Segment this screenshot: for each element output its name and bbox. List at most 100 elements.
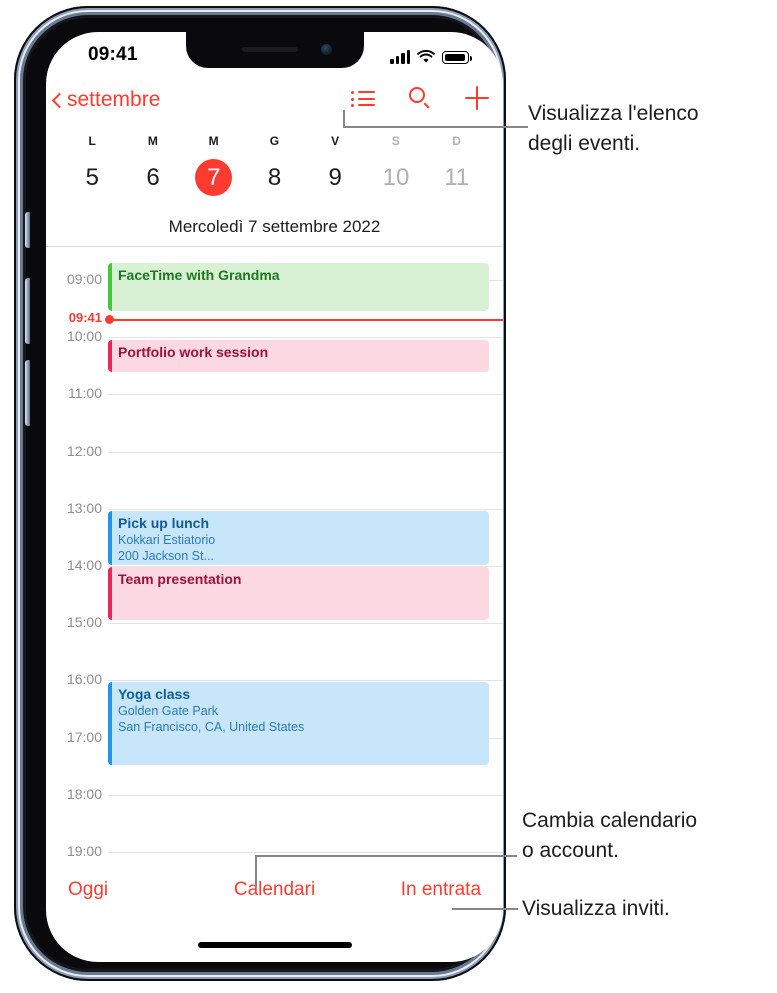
silence-switch[interactable] — [25, 212, 30, 248]
day-number-10: 10 — [382, 164, 410, 191]
event-accent-bar — [108, 566, 112, 620]
search-icon — [408, 86, 432, 110]
nav-actions — [351, 86, 489, 110]
day-cell-9[interactable]: 9 — [305, 159, 366, 196]
back-button-label: settembre — [67, 88, 161, 111]
hour-gridline-1100 — [108, 394, 503, 396]
status-bar-time: 09:41 — [88, 44, 138, 65]
add-event-button[interactable] — [465, 86, 489, 110]
home-indicator[interactable] — [197, 942, 352, 948]
hour-gridline-1900 — [108, 852, 503, 853]
notch — [185, 32, 364, 68]
selected-date-label: Mercoledì 7 settembre 2022 — [168, 217, 381, 236]
inbox-button[interactable]: In entrata — [343, 879, 503, 901]
hour-label-1200: 12:00 — [66, 442, 102, 459]
hour-label-1500: 15:00 — [66, 614, 102, 631]
weekday-header-row: LMMGVSD — [62, 132, 487, 150]
callout-leader-1-horizontal — [343, 126, 528, 128]
battery-icon — [442, 51, 472, 64]
calendar-event[interactable]: FaceTime with Grandma — [108, 262, 489, 312]
day-number-7: 7 — [195, 159, 233, 196]
plus-icon — [465, 86, 489, 110]
callout-list-events-line2: degli eventi. — [528, 132, 641, 155]
day-cell-10[interactable]: 10 — [366, 159, 427, 196]
hour-label-1000: 10:00 — [66, 328, 102, 345]
event-title: FaceTime with Grandma — [118, 266, 280, 283]
callout-change-calendar-line2: o account. — [522, 839, 619, 862]
day-cell-6[interactable]: 6 — [123, 159, 184, 196]
today-button[interactable]: Oggi — [46, 879, 206, 901]
event-subtitle: Golden Gate Park — [118, 704, 219, 719]
weekday-label-2: M — [208, 134, 219, 148]
hour-label-1800: 18:00 — [66, 785, 102, 802]
day-cell-8[interactable]: 8 — [244, 159, 305, 196]
calendar-event[interactable]: Portfolio work session — [108, 340, 489, 372]
calendar-event[interactable]: Pick up lunch Kokkari Estiatorio 200 Jacks… — [108, 510, 489, 566]
bottom-toolbar: Oggi Calendari In entrata — [46, 870, 503, 910]
weekday-label-3: G — [269, 134, 280, 148]
callout-change-calendar: Cambia calendario o account. — [522, 806, 772, 866]
event-title: Pick up lunch — [118, 514, 210, 531]
event-subtitle: 200 Jackson St... — [118, 548, 214, 563]
day-timeline[interactable]: 09:00 10:00 11:00 12:00 13:00 14:00 15:00 16:00… — [46, 247, 503, 864]
weekday-label-0: L — [88, 134, 97, 148]
day-cell-7[interactable]: 7 — [183, 159, 244, 196]
back-button-settembre[interactable]: settembre — [51, 88, 160, 112]
hour-label-1700: 17:00 — [66, 728, 102, 745]
hour-gridline-1800 — [108, 794, 503, 796]
chevron-left-icon — [51, 91, 62, 110]
day-number-9: 9 — [328, 164, 342, 191]
hour-gridline-1300 — [108, 508, 503, 510]
earpiece-speaker — [241, 47, 298, 52]
callout-change-calendar-line1: Cambia calendario — [522, 809, 698, 832]
front-camera-icon — [320, 44, 332, 55]
calendar-event[interactable]: Yoga class Golden Gate Park San Francisco,… — [108, 682, 489, 766]
cellular-signal-icon — [390, 50, 410, 64]
event-title: Team presentation — [118, 570, 242, 587]
callout-list-events: Visualizza l'elenco degli eventi. — [528, 99, 773, 159]
event-subtitle: San Francisco, CA, United States — [118, 720, 305, 735]
hour-label-1100: 11:00 — [68, 385, 102, 402]
search-button[interactable] — [408, 86, 432, 110]
calendars-button[interactable]: Calendari — [206, 879, 344, 901]
weekday-label-4: V — [331, 134, 340, 148]
callout-leader-2-horizontal — [255, 855, 517, 857]
weekday-label-6: D — [452, 134, 462, 148]
event-accent-bar — [108, 510, 112, 566]
callout-list-events-line1: Visualizza l'elenco — [528, 102, 699, 125]
callout-leader-2-vertical — [255, 855, 257, 888]
event-accent-bar — [108, 262, 112, 312]
callout-view-invites-line1: Visualizza inviti. — [522, 897, 670, 920]
day-number-11: 11 — [444, 164, 470, 191]
event-accent-bar — [108, 340, 112, 372]
current-time-label: 09:41 — [68, 310, 102, 326]
nav-bar: settembre — [46, 84, 503, 126]
day-number-row: 5 6 7 8 9 10 11 — [62, 159, 487, 196]
event-accent-bar — [108, 682, 112, 766]
list-view-button[interactable] — [351, 87, 375, 109]
wifi-icon — [417, 50, 435, 63]
event-subtitle: Kokkari Estiatorio — [118, 532, 216, 547]
event-title: Yoga class — [118, 686, 191, 703]
hour-gridline-1500 — [108, 623, 503, 625]
callout-leader-3-horizontal — [452, 908, 518, 910]
hour-label-1400: 14:00 — [66, 557, 102, 573]
day-cell-5[interactable]: 5 — [62, 159, 123, 196]
list-icon — [351, 87, 375, 109]
day-number-5: 5 — [85, 164, 100, 191]
phone-screen: 09:41 settembre L M M G V S D 5 6 7 8 9 … — [46, 32, 503, 962]
hour-label-1300: 13:00 — [66, 499, 102, 516]
current-time-line — [112, 319, 503, 321]
callout-view-invites: Visualizza inviti. — [522, 894, 772, 924]
day-cell-11[interactable]: 11 — [426, 159, 487, 196]
battery-fill — [444, 53, 466, 62]
volume-up-button[interactable] — [25, 278, 30, 344]
event-title: Portfolio work session — [118, 344, 269, 361]
day-number-8: 8 — [267, 164, 282, 191]
weekday-label-5: S — [391, 134, 401, 148]
week-strip: L M M G V S D 5 6 7 8 9 10 11 — [46, 132, 503, 196]
hour-label-1600: 16:00 — [66, 671, 102, 688]
volume-down-button[interactable] — [25, 360, 30, 426]
calendar-event[interactable]: Team presentation — [108, 566, 489, 620]
weekday-label-1: M — [147, 134, 159, 148]
